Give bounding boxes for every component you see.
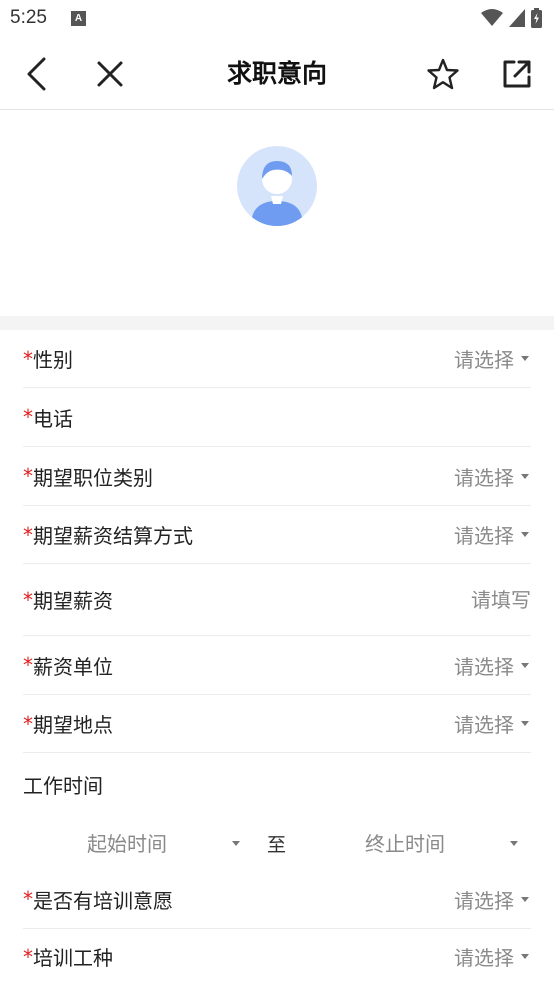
salary-settlement-select[interactable]: 请选择 bbox=[454, 520, 531, 549]
select-placeholder: 请选择 bbox=[454, 654, 514, 679]
salary-unit-select[interactable]: 请选择 bbox=[454, 651, 531, 680]
salary-input[interactable]: 请填写 bbox=[471, 584, 531, 613]
form-row-salary[interactable]: * 期望薪资 请填写 bbox=[23, 564, 531, 636]
select-placeholder: 终止时间 bbox=[365, 832, 445, 856]
form-row-work-time: 工作时间 bbox=[23, 753, 531, 815]
caret-down-icon bbox=[521, 721, 529, 726]
star-icon bbox=[427, 58, 459, 90]
field-label: 是否有培训意愿 bbox=[33, 888, 173, 913]
status-icons bbox=[481, 8, 542, 28]
select-placeholder: 请选择 bbox=[454, 713, 514, 737]
status-bar: 5:25 A bbox=[0, 0, 554, 36]
caret-down-icon bbox=[521, 896, 529, 902]
caret-down-icon bbox=[521, 473, 529, 479]
chevron-left-icon bbox=[27, 57, 46, 91]
back-button[interactable] bbox=[16, 54, 56, 94]
required-mark: * bbox=[23, 346, 33, 371]
select-placeholder: 起始时间 bbox=[87, 832, 167, 856]
gender-select[interactable]: 请选择 bbox=[454, 344, 531, 373]
form-row-salary-settlement[interactable]: * 期望薪资结算方式 请选择 bbox=[23, 506, 531, 564]
app-notification-icon: A bbox=[70, 10, 86, 26]
section-divider bbox=[0, 316, 554, 330]
location-select[interactable]: 请选择 bbox=[454, 709, 531, 738]
form-row-phone[interactable]: * 电话 bbox=[23, 388, 531, 447]
field-label: 工作时间 bbox=[23, 773, 103, 798]
required-mark: * bbox=[23, 711, 33, 736]
wifi-icon bbox=[481, 9, 503, 26]
caret-down-icon bbox=[521, 356, 529, 361]
external-link-icon bbox=[503, 60, 531, 88]
required-mark: * bbox=[23, 944, 33, 969]
form-row-gender[interactable]: * 性别 请选择 bbox=[23, 330, 531, 388]
user-avatar-icon bbox=[251, 161, 303, 226]
form-row-location[interactable]: * 期望地点 请选择 bbox=[23, 695, 531, 753]
caret-down-icon bbox=[521, 662, 529, 668]
caret-down-icon bbox=[521, 954, 529, 959]
required-mark: * bbox=[23, 887, 33, 911]
field-label: 期望职位类别 bbox=[33, 465, 153, 490]
required-mark: * bbox=[23, 464, 33, 488]
select-placeholder: 请选择 bbox=[454, 465, 514, 490]
field-label: 期望薪资结算方式 bbox=[33, 524, 193, 548]
required-mark: * bbox=[23, 405, 33, 429]
form-row-training-type[interactable]: * 培训工种 请选择 bbox=[23, 929, 531, 984]
training-type-select[interactable]: 请选择 bbox=[454, 942, 531, 971]
start-time-select[interactable]: 起始时间 bbox=[87, 828, 167, 857]
avatar-section bbox=[0, 111, 554, 316]
favorite-button[interactable] bbox=[423, 54, 463, 94]
time-range-separator: 至 bbox=[267, 834, 287, 856]
page-title: 求职意向 bbox=[226, 59, 327, 88]
form-row-salary-unit[interactable]: * 薪资单位 请选择 bbox=[23, 636, 531, 695]
field-label: 期望地点 bbox=[33, 713, 113, 737]
field-label: 性别 bbox=[33, 348, 73, 372]
work-time-range: 起始时间 至 终止时间 bbox=[0, 816, 554, 868]
battery-icon bbox=[531, 8, 542, 28]
avatar[interactable] bbox=[237, 146, 317, 226]
form-row-job-category[interactable]: * 期望职位类别 请选择 bbox=[23, 447, 531, 506]
select-placeholder: 请选择 bbox=[454, 524, 514, 548]
signal-icon bbox=[509, 9, 525, 27]
select-placeholder: 请选择 bbox=[454, 888, 514, 913]
caret-down-icon bbox=[232, 841, 240, 846]
field-label: 电话 bbox=[33, 406, 73, 431]
field-label: 薪资单位 bbox=[33, 654, 113, 679]
field-label: 期望薪资 bbox=[33, 589, 113, 613]
form-row-training-willingness[interactable]: * 是否有培训意愿 请选择 bbox=[23, 870, 531, 929]
end-time-select[interactable]: 终止时间 bbox=[365, 828, 445, 857]
required-mark: * bbox=[23, 587, 33, 612]
nav-bar: 求职意向 bbox=[0, 38, 554, 110]
field-label: 培训工种 bbox=[33, 946, 113, 970]
status-time: 5:25 bbox=[10, 7, 47, 28]
required-mark: * bbox=[23, 653, 33, 677]
share-button[interactable] bbox=[497, 54, 537, 94]
required-mark: * bbox=[23, 522, 33, 547]
caret-down-icon bbox=[521, 532, 529, 537]
close-button[interactable] bbox=[90, 54, 130, 94]
training-willingness-select[interactable]: 请选择 bbox=[454, 885, 531, 914]
caret-down-icon bbox=[510, 841, 518, 846]
close-icon bbox=[97, 61, 123, 87]
select-placeholder: 请选择 bbox=[454, 348, 514, 372]
job-category-select[interactable]: 请选择 bbox=[454, 462, 531, 491]
select-placeholder: 请选择 bbox=[454, 946, 514, 970]
